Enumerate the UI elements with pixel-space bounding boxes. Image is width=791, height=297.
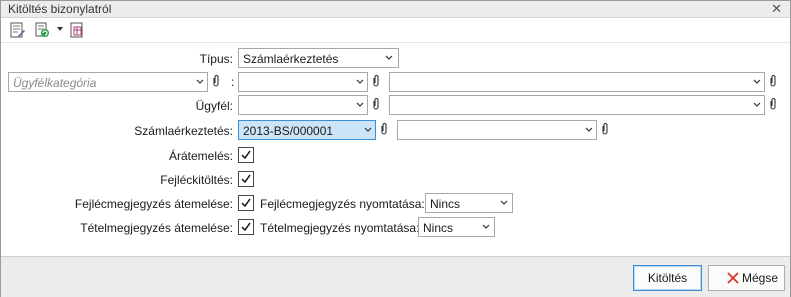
document-table-icon[interactable] xyxy=(69,22,85,38)
customer-category-placeholder: Ügyfélkategória xyxy=(13,76,97,90)
invoice-to-select[interactable] xyxy=(397,120,597,140)
fill-button[interactable]: Kitöltés xyxy=(633,265,702,291)
tipus-select[interactable]: Számlaérkeztetés xyxy=(238,48,399,68)
fejlec-checkbox[interactable] xyxy=(238,171,254,187)
category-to-select[interactable] xyxy=(389,72,765,92)
fejlec-label: Fejléckitöltés: xyxy=(160,173,233,187)
fejlecmegj-checkbox[interactable] xyxy=(238,195,254,211)
tetelmegj-print-value: Nincs xyxy=(423,221,454,235)
chevron-down-icon xyxy=(482,224,490,229)
category-from-select[interactable] xyxy=(238,72,368,92)
paperclip-icon[interactable] xyxy=(211,74,221,88)
tetelmegj-print-select[interactable]: Nincs xyxy=(418,217,495,237)
paperclip-icon[interactable] xyxy=(768,74,778,88)
tipus-value: Számlaérkeztetés xyxy=(243,52,339,66)
fill-button-label: Kitöltés xyxy=(647,271,688,285)
customer-from-select[interactable] xyxy=(238,95,368,115)
cancel-button[interactable]: Mégse xyxy=(708,265,785,291)
paperclip-icon[interactable] xyxy=(371,97,381,111)
close-icon xyxy=(727,272,739,284)
checkmark-icon xyxy=(241,150,251,160)
checkmark-icon xyxy=(241,174,251,184)
chevron-down-icon xyxy=(196,79,204,84)
window-title: Kitöltés bizonylatról xyxy=(8,2,112,16)
invoice-from-select[interactable]: 2013-BS/000001 xyxy=(238,120,376,140)
chevron-down-icon xyxy=(356,102,364,107)
paperclip-icon[interactable] xyxy=(371,74,381,88)
tipus-label: Típus: xyxy=(199,52,233,66)
checkmark-icon xyxy=(241,198,251,208)
chevron-down-icon xyxy=(356,79,364,84)
fejlecmegj-print-label: Fejlécmegjegyzés nyomtatása: xyxy=(260,197,425,211)
dialog-window: Kitöltés bizonylatról ✕ Típus: Számlaérk… xyxy=(0,0,791,297)
chevron-down-icon xyxy=(585,127,593,132)
title-bar: Kitöltés bizonylatról ✕ xyxy=(1,1,790,18)
customer-to-select[interactable] xyxy=(389,95,765,115)
tetelmegj-print-label: Tételmegjegyzés nyomtatása: xyxy=(260,221,420,235)
paperclip-icon[interactable] xyxy=(768,97,778,111)
chevron-down-icon xyxy=(364,127,372,132)
dropdown-arrow-icon[interactable] xyxy=(57,27,63,31)
fejlecmegj-print-value: Nincs xyxy=(430,197,461,211)
chevron-down-icon xyxy=(753,102,761,107)
fejlecmegj-print-select[interactable]: Nincs xyxy=(425,193,513,213)
cancel-button-label: Mégse xyxy=(741,271,779,285)
invoice-from-value: 2013-BS/000001 xyxy=(243,124,334,138)
paperclip-icon[interactable] xyxy=(600,122,610,136)
category-colon: : xyxy=(231,75,235,89)
fejlecmegj-label: Fejlécmegjegyzés átemelése: xyxy=(74,197,233,211)
ugyfel-label: Ügyfél: xyxy=(195,99,233,113)
tetelmegj-label: Tételmegjegyzés átemelése: xyxy=(80,221,233,235)
paperclip-icon[interactable] xyxy=(379,122,389,136)
toolbar-divider xyxy=(1,42,790,43)
close-icon[interactable]: ✕ xyxy=(771,1,782,17)
aratemeles-checkbox[interactable] xyxy=(238,147,254,163)
document-refresh-icon[interactable] xyxy=(34,22,50,38)
aratemeles-label: Árátemelés: xyxy=(168,149,233,163)
customer-category-select[interactable]: Ügyfélkategória xyxy=(8,72,208,92)
szamla-label: Számlaérkeztetés: xyxy=(134,124,233,138)
chevron-down-icon xyxy=(500,200,508,205)
tetelmegj-checkbox[interactable] xyxy=(238,219,254,235)
document-edit-icon[interactable] xyxy=(9,22,25,38)
checkmark-icon xyxy=(241,222,251,232)
dialog-footer: Kitöltés Mégse xyxy=(1,256,790,297)
chevron-down-icon xyxy=(753,79,761,84)
toolbar xyxy=(1,18,790,42)
chevron-down-icon xyxy=(385,55,393,60)
